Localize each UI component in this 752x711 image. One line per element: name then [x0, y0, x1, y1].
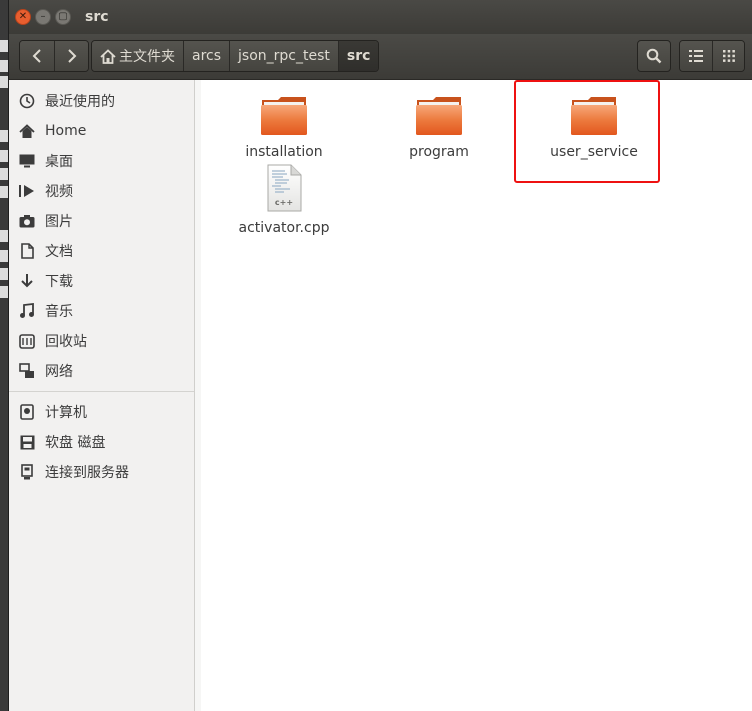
chevron-left-icon — [32, 49, 41, 63]
cpp-file-icon: c++ — [267, 164, 302, 212]
sidebar-item-trash[interactable]: 回收站 — [9, 326, 194, 356]
view-mode-buttons — [679, 40, 745, 72]
recent-icon — [19, 93, 35, 109]
folder-icon — [416, 97, 462, 135]
chevron-right-icon — [67, 49, 76, 63]
sidebar-item-pictures[interactable]: 图片 — [9, 206, 194, 236]
desktop-icon — [19, 153, 35, 169]
file-manager-window: ✕ – ▢ src 主文件夹 arcs json_rpc_test src 最近… — [8, 0, 752, 711]
sidebar-item-label: 最近使用的 — [45, 94, 115, 110]
file-view[interactable]: installation program user_service c++ ac… — [201, 80, 752, 711]
sidebar-item-label: 视频 — [45, 184, 73, 200]
floppy-icon — [19, 434, 35, 450]
breadcrumb: 主文件夹 arcs json_rpc_test src — [91, 40, 380, 72]
file-name: installation — [245, 144, 323, 160]
breadcrumb-arcs[interactable]: arcs — [183, 41, 230, 71]
breadcrumb-label: 主文件夹 — [119, 49, 175, 65]
breadcrumb-label: arcs — [192, 48, 222, 64]
forward-button[interactable] — [54, 41, 88, 71]
minimize-icon: – — [40, 11, 46, 22]
title-bar[interactable]: ✕ – ▢ src — [9, 0, 752, 34]
sidebar-item-desktop[interactable]: 桌面 — [9, 146, 194, 176]
file-item-folder[interactable]: user_service — [539, 96, 649, 160]
music-icon — [19, 303, 35, 319]
sidebar-item-floppy[interactable]: 软盘 磁盘 — [9, 427, 194, 457]
trash-icon — [19, 333, 35, 349]
sidebar-item-home[interactable]: Home — [9, 116, 194, 146]
navigation-buttons — [19, 40, 89, 72]
file-name: user_service — [550, 144, 638, 160]
computer-icon — [19, 404, 35, 420]
home-icon — [100, 48, 116, 64]
sidebar-item-label: 下载 — [45, 274, 73, 290]
breadcrumb-label: json_rpc_test — [238, 48, 330, 64]
breadcrumb-home[interactable]: 主文件夹 — [92, 41, 183, 71]
breadcrumb-label: src — [346, 48, 371, 64]
list-view-button[interactable] — [680, 41, 712, 71]
sidebar-item-label: Home — [45, 123, 87, 139]
sidebar: 最近使用的 Home 桌面 视频 图片 文档 下载 音乐 回收站 网络 计算机 … — [9, 80, 195, 711]
file-item-folder[interactable]: program — [384, 96, 494, 160]
cpp-icon-text: c++ — [275, 198, 293, 207]
sidebar-item-label: 图片 — [45, 214, 73, 230]
sidebar-item-computer[interactable]: 计算机 — [9, 397, 194, 427]
sidebar-item-label: 音乐 — [45, 304, 73, 320]
maximize-icon: ▢ — [58, 11, 68, 22]
camera-icon — [19, 213, 35, 229]
file-item-cpp[interactable]: c++ activator.cpp — [229, 164, 339, 236]
search-button[interactable] — [637, 40, 671, 72]
sidebar-item-documents[interactable]: 文档 — [9, 236, 194, 266]
file-name: activator.cpp — [238, 220, 330, 236]
file-name: program — [409, 144, 469, 160]
sidebar-item-label: 软盘 磁盘 — [45, 435, 106, 451]
sidebar-item-videos[interactable]: 视频 — [9, 176, 194, 206]
network-icon — [19, 363, 35, 379]
close-icon: ✕ — [18, 11, 28, 22]
toolbar: 主文件夹 arcs json_rpc_test src — [9, 34, 752, 80]
folder-icon — [571, 97, 617, 135]
document-icon — [19, 243, 35, 259]
sidebar-item-label: 计算机 — [45, 405, 87, 421]
breadcrumb-json-rpc-test[interactable]: json_rpc_test — [229, 41, 338, 71]
server-icon — [19, 464, 35, 480]
maximize-window-button[interactable]: ▢ — [55, 9, 71, 25]
minimize-window-button[interactable]: – — [35, 9, 51, 25]
sidebar-divider — [9, 391, 194, 392]
file-item-folder[interactable]: installation — [229, 96, 339, 160]
sidebar-item-connect-server[interactable]: 连接到服务器 — [9, 457, 194, 487]
sidebar-item-label: 网络 — [45, 364, 73, 380]
home-icon — [19, 123, 35, 139]
download-icon — [19, 273, 35, 289]
grid-icon — [722, 50, 735, 62]
video-icon — [19, 183, 35, 199]
sidebar-item-network[interactable]: 网络 — [9, 356, 194, 386]
breadcrumb-src[interactable]: src — [337, 41, 379, 71]
sidebar-item-label: 文档 — [45, 244, 73, 260]
back-button[interactable] — [20, 41, 54, 71]
window-title: src — [85, 9, 109, 25]
sidebar-item-label: 桌面 — [45, 154, 73, 170]
sidebar-item-recent[interactable]: 最近使用的 — [9, 86, 194, 116]
sidebar-item-label: 回收站 — [45, 334, 87, 350]
sidebar-item-downloads[interactable]: 下载 — [9, 266, 194, 296]
grid-view-button[interactable] — [712, 41, 744, 71]
folder-icon — [261, 97, 307, 135]
close-window-button[interactable]: ✕ — [15, 9, 31, 25]
sidebar-item-music[interactable]: 音乐 — [9, 296, 194, 326]
sidebar-item-label: 连接到服务器 — [45, 465, 129, 481]
search-icon — [646, 48, 662, 64]
list-icon — [689, 50, 703, 62]
